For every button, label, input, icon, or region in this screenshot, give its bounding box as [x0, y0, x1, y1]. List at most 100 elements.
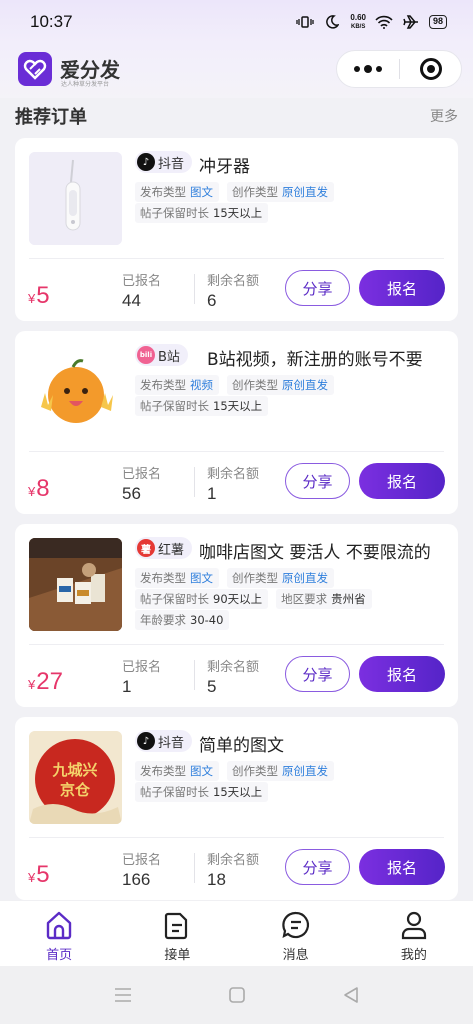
retention: 帖子保留时长 15天以上 — [135, 396, 269, 416]
meta-row: 帖子保留时长 90天以上 地区要求 贵州省 — [135, 589, 372, 609]
order-card[interactable]: bili B站 B站视频，新注册的账号不要 发布类型 视频 创作类型 原创直发 帖子… — [15, 331, 458, 514]
product-thumbnail — [29, 152, 122, 245]
net-speed-value: 0.60 — [350, 12, 366, 22]
bilibili-icon: bili — [137, 346, 155, 364]
back-triangle-icon — [343, 987, 358, 1003]
join-button[interactable]: 报名 — [359, 463, 445, 499]
order-card[interactable]: ♪ 抖音 冲牙器 发布类型 图文 创作类型 原创直发 帖子保留时长 15天以上 ¥5 … — [15, 138, 458, 321]
tab-profile[interactable]: 我的 — [355, 901, 473, 966]
remaining-count: 剩余名额 1 — [207, 467, 260, 503]
join-button[interactable]: 报名 — [359, 849, 445, 885]
remaining-count: 剩余名额 5 — [207, 660, 260, 696]
join-button[interactable]: 报名 — [359, 270, 445, 306]
status-time: 10:37 — [30, 12, 73, 31]
app-header: 爱分发 达人种草分发平台 — [0, 44, 473, 98]
join-button[interactable]: 报名 — [359, 656, 445, 692]
create-type: 创作类型 原创直发 — [227, 761, 334, 781]
retention: 帖子保留时长 90天以上 — [135, 589, 269, 609]
section-header: 推荐订单 更多 — [15, 103, 458, 129]
order-title: 咖啡店图文 要活人 不要限流的 — [199, 543, 431, 563]
system-navigation-bar — [0, 966, 473, 1024]
more-menu-button[interactable] — [337, 51, 399, 87]
price: ¥5 — [28, 282, 50, 309]
product-thumbnail — [29, 345, 122, 438]
tab-label: 首页 — [46, 948, 73, 963]
joined-count: 已报名 56 — [122, 467, 162, 503]
meta-row: 帖子保留时长 15天以上 — [135, 203, 269, 223]
price: ¥8 — [28, 475, 50, 502]
menu-nav-button[interactable] — [111, 983, 135, 1007]
joined-count: 已报名 44 — [122, 274, 162, 310]
water-flosser-image — [29, 152, 122, 245]
publish-type: 发布类型 图文 — [135, 182, 219, 202]
platform-tag: ♪ 抖音 — [135, 151, 193, 173]
back-nav-button[interactable] — [339, 983, 363, 1007]
create-type: 创作类型 原创直发 — [227, 568, 334, 588]
moon-icon — [323, 15, 341, 29]
stat-divider — [194, 660, 195, 690]
meta-row: 发布类型 图文 创作类型 原创直发 — [135, 568, 334, 588]
more-link[interactable]: 更多 — [430, 106, 458, 126]
profile-icon — [398, 909, 430, 941]
section-title: 推荐订单 — [15, 107, 87, 128]
remaining-count: 剩余名额 18 — [207, 853, 260, 889]
thumb-text-line2: 京仓 — [60, 781, 91, 799]
divider — [29, 644, 444, 645]
publish-type: 发布类型 图文 — [135, 568, 219, 588]
create-type: 创作类型 原创直发 — [227, 182, 334, 202]
publish-type: 发布类型 图文 — [135, 761, 219, 781]
square-icon — [228, 987, 245, 1003]
platform-label: 抖音 — [158, 735, 185, 751]
share-button[interactable]: 分享 — [285, 849, 350, 885]
share-button[interactable]: 分享 — [285, 270, 350, 306]
order-title: 冲牙器 — [199, 157, 250, 177]
orange-emoji-image — [41, 359, 113, 423]
jiuchengxing-image: 九城兴 京仓 — [29, 731, 122, 824]
divider — [29, 837, 444, 838]
retention: 帖子保留时长 15天以上 — [135, 782, 269, 802]
platform-label: 红薯 — [158, 542, 185, 558]
remaining-count: 剩余名额 6 — [207, 274, 260, 310]
share-button[interactable]: 分享 — [285, 656, 350, 692]
tab-orders[interactable]: 接单 — [118, 901, 236, 966]
platform-tag: bili B站 — [135, 344, 188, 366]
meta-row: 发布类型 图文 创作类型 原创直发 — [135, 182, 334, 202]
tiktok-icon: ♪ — [137, 153, 155, 171]
stat-divider — [194, 853, 195, 883]
retention: 帖子保留时长 15天以上 — [135, 203, 269, 223]
tab-label: 我的 — [400, 948, 427, 963]
wifi-icon — [375, 15, 393, 29]
stat-divider — [194, 467, 195, 497]
order-card[interactable]: 九城兴 京仓 ♪ 抖音 简单的图文 发布类型 图文 创作类型 原创直发 帖子保留时长… — [15, 717, 458, 900]
battery-icon: 98 — [428, 15, 447, 29]
divider — [29, 258, 444, 259]
tab-label: 消息 — [282, 948, 309, 963]
order-card[interactable]: 薯 红薯 咖啡店图文 要活人 不要限流的 发布类型 图文 创作类型 原创直发 帖子保… — [15, 524, 458, 707]
meta-row: 发布类型 图文 创作类型 原创直发 — [135, 761, 334, 781]
age-requirement: 年龄要求 30-40 — [135, 610, 230, 630]
tab-messages[interactable]: 消息 — [237, 901, 355, 966]
product-thumbnail — [29, 538, 122, 631]
target-icon — [419, 58, 442, 80]
tiktok-icon: ♪ — [137, 732, 155, 750]
meta-row: 帖子保留时长 15天以上 — [135, 782, 269, 802]
close-miniprogram-button[interactable] — [400, 51, 461, 87]
net-speed-unit: KB/S — [351, 23, 366, 30]
platform-label: 抖音 — [158, 156, 185, 172]
order-doc-icon — [161, 909, 193, 941]
price: ¥27 — [28, 668, 63, 695]
bottom-tabbar: 首页 接单 消息 我的 — [0, 900, 473, 966]
menu-icon — [114, 988, 131, 1002]
platform-tag: ♪ 抖音 — [135, 730, 193, 752]
status-bar: 10:37 0.60 KB/S 98 — [0, 0, 473, 44]
order-title: 简单的图文 — [199, 736, 284, 756]
product-thumbnail: 九城兴 京仓 — [29, 731, 122, 824]
message-icon — [280, 909, 312, 941]
net-speed: 0.60 KB/S — [350, 12, 366, 31]
share-button[interactable]: 分享 — [285, 463, 350, 499]
home-nav-button[interactable] — [225, 983, 249, 1007]
heart-logo-icon — [23, 59, 47, 80]
miniprogram-capsule — [336, 50, 462, 88]
tab-home[interactable]: 首页 — [0, 901, 118, 966]
home-icon — [43, 909, 75, 941]
